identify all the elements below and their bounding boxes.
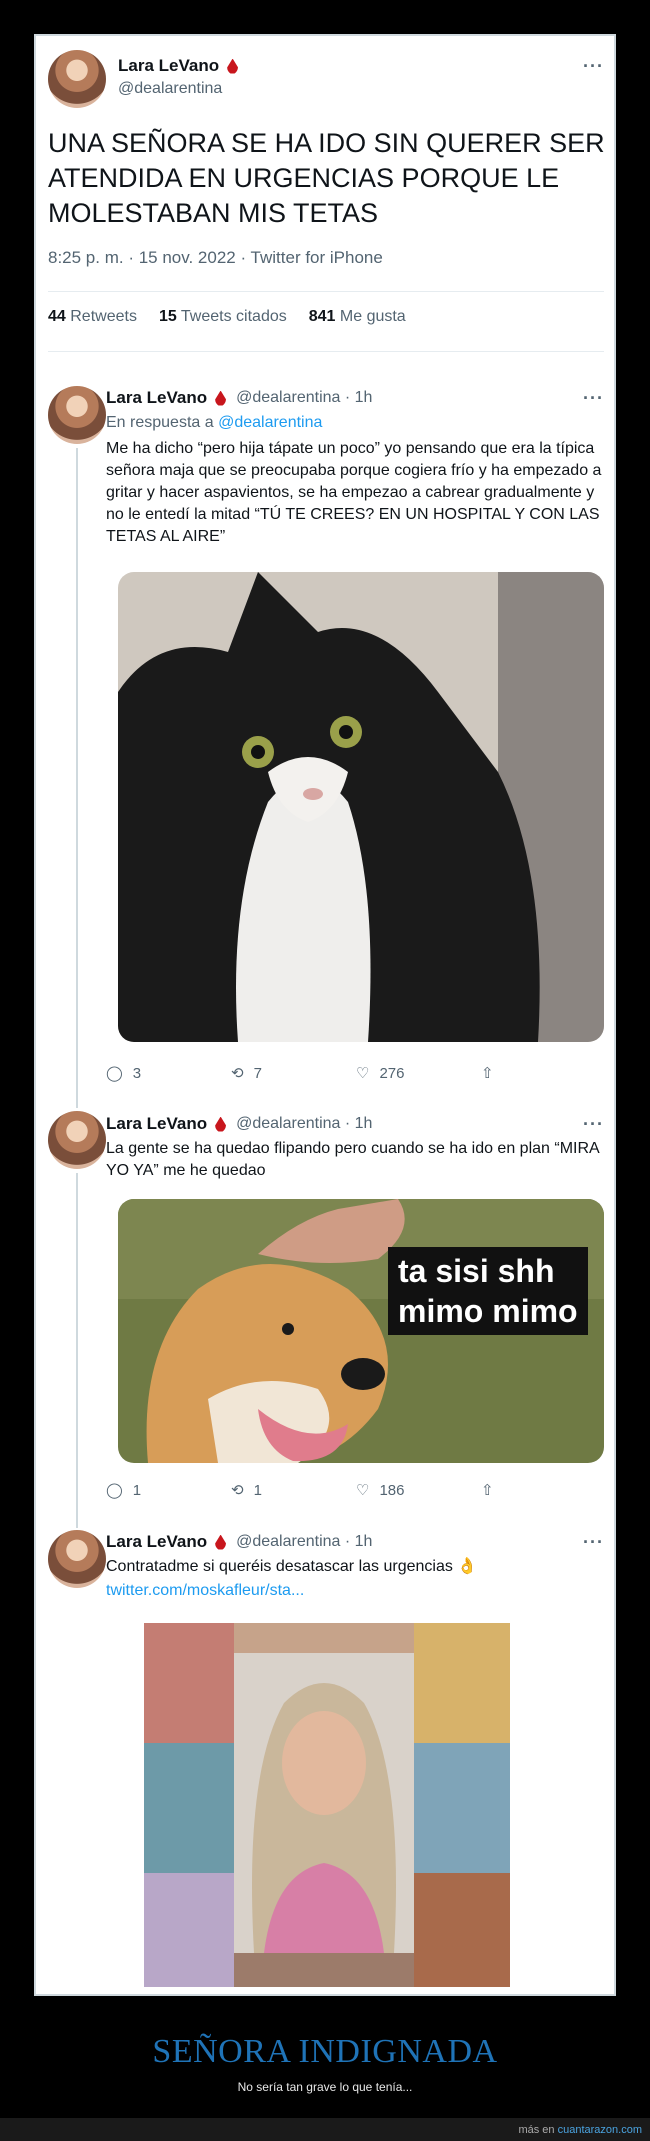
reply-text: La gente se ha quedao flipando pero cuan…	[106, 1140, 599, 1179]
tweet-stats: 44 Retweets 15 Tweets citados 841 Me gus…	[48, 308, 406, 326]
reply-button[interactable]: ◯ 1	[106, 1481, 231, 1500]
reply-button[interactable]: ◯ 3	[106, 1064, 231, 1083]
author-handle[interactable]: @dealarentina · 1h	[236, 1115, 372, 1133]
share-button[interactable]: ⇧	[481, 1064, 606, 1082]
avatar[interactable]	[48, 386, 106, 444]
collage-illustration	[144, 1623, 510, 1987]
in-reply-handle-link[interactable]: @dealarentina	[218, 414, 322, 431]
like-button[interactable]: ♡ 186	[356, 1481, 481, 1500]
like-button[interactable]: ♡ 276	[356, 1064, 481, 1083]
footer-title: SEÑORA INDIGNADA	[152, 2033, 498, 2070]
reply-3: Lara LeVano @dealarentina · 1h Contratad…	[106, 1532, 610, 1602]
reply-text: Contratadme si queréis desatascar las ur…	[106, 1558, 478, 1575]
reply-icon: ◯	[106, 1065, 123, 1082]
retweet-icon: ⟲	[231, 1482, 244, 1499]
author-name[interactable]: Lara LeVano	[106, 388, 207, 408]
share-icon: ⇧	[481, 1482, 494, 1499]
retweet-icon: ⟲	[231, 1065, 244, 1082]
retweets-stat[interactable]: 44 Retweets	[48, 308, 137, 326]
quotes-stat[interactable]: 15 Tweets citados	[159, 308, 287, 326]
in-reply-to: En respuesta a @dealarentina	[106, 414, 323, 431]
site-link[interactable]: cuantarazon.com	[558, 2124, 642, 2136]
share-icon: ⇧	[481, 1065, 494, 1082]
tweet-text: UNA SEÑORA SE HA IDO SIN QUERER SER ATEN…	[48, 128, 605, 228]
blood-drop-icon	[215, 1534, 227, 1550]
avatar[interactable]	[48, 1530, 106, 1588]
more-options-icon[interactable]: ···	[583, 1532, 604, 1553]
author-handle[interactable]: @dealarentina	[118, 80, 238, 98]
more-options-icon[interactable]: ···	[583, 388, 604, 409]
more-options-icon[interactable]: ···	[583, 56, 604, 77]
retweet-button[interactable]: ⟲ 7	[231, 1064, 356, 1083]
dog-meme-image[interactable]: ta sisi shh mimo mimo	[118, 1199, 604, 1463]
heart-icon: ♡	[356, 1065, 370, 1082]
author-name[interactable]: Lara LeVano	[106, 1114, 207, 1134]
reply-icon: ◯	[106, 1482, 123, 1499]
footer-subtitle: No sería tan grave lo que tenía...	[237, 2080, 413, 2094]
author-name[interactable]: Lara LeVano	[118, 56, 219, 76]
tweet-meta[interactable]: 8:25 p. m. · 15 nov. 2022 · Twitter for …	[48, 248, 383, 268]
author-handle[interactable]: @dealarentina · 1h	[236, 1533, 372, 1551]
reply-1-actions: ◯ 3 ⟲ 7 ♡ 276 ⇧	[106, 1064, 606, 1083]
more-options-icon[interactable]: ···	[583, 1114, 604, 1135]
blood-drop-icon	[227, 58, 239, 74]
retweet-button[interactable]: ⟲ 1	[231, 1481, 356, 1500]
reply-text: Me ha dicho “pero hija tápate un poco” y…	[106, 440, 602, 545]
avatar[interactable]	[48, 50, 106, 108]
author-name[interactable]: Lara LeVano	[106, 1532, 207, 1552]
likes-stat[interactable]: 841 Me gusta	[309, 308, 406, 326]
heart-icon: ♡	[356, 1482, 370, 1499]
reply-1: Lara LeVano @dealarentina · 1h En respue…	[106, 388, 610, 548]
blood-drop-icon	[215, 390, 227, 406]
thread-line	[76, 1173, 78, 1528]
reply-2: Lara LeVano @dealarentina · 1h La gente …	[106, 1114, 610, 1182]
blood-drop-icon	[215, 1116, 227, 1132]
cat-image[interactable]	[118, 572, 604, 1042]
site-credit: más en cuantarazon.com	[518, 2124, 642, 2136]
quoted-link[interactable]: twitter.com/moskafleur/sta...	[106, 1580, 610, 1602]
author-handle[interactable]: @dealarentina · 1h	[236, 389, 372, 407]
share-button[interactable]: ⇧	[481, 1481, 606, 1499]
collage-image[interactable]	[144, 1623, 510, 1987]
divider	[48, 351, 604, 352]
thread-line	[76, 448, 78, 1108]
reply-2-actions: ◯ 1 ⟲ 1 ♡ 186 ⇧	[106, 1481, 606, 1500]
author-block: Lara LeVano @dealarentina	[118, 56, 239, 98]
avatar[interactable]	[48, 1111, 106, 1169]
tweet-card: Lara LeVano @dealarentina ··· UNA SEÑORA…	[34, 34, 616, 1996]
meme-caption: ta sisi shh mimo mimo	[388, 1247, 588, 1335]
cat-illustration	[118, 572, 604, 1042]
divider	[48, 291, 604, 292]
